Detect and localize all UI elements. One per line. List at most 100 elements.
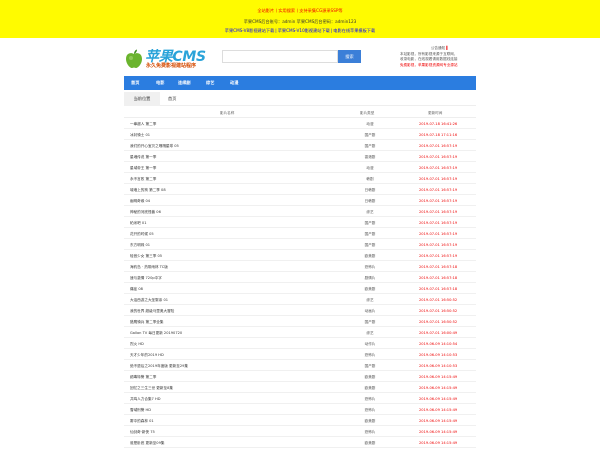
download-link-v10[interactable]: 苹果CMS-V10影视建站下载 [277, 28, 331, 33]
update-time: 2019-07-18 17:11:16 [419, 132, 458, 137]
video-category: 国产剧 [364, 143, 376, 148]
video-category: 国产剧 [364, 231, 376, 236]
video-title-link[interactable]: 轻音少女 第三季 05 [130, 254, 162, 259]
update-time: 2019-06-09 14:15:49 [419, 385, 458, 390]
table-row: 共鸣人力合集7 HD 恐怖片 2019-06-09 14:15:49 [124, 393, 476, 404]
update-time: 2019-07-01 16:50:52 [419, 319, 458, 324]
announcement-line-2: 苹果CMS后台账号：admin 苹果CMS后台密码：admin123 [243, 19, 357, 24]
update-time: 2019-07-01 16:50:52 [419, 297, 458, 302]
table-row: 我的世界 超级马里奥大冒险 动画片 2019-07-01 16:50:52 [124, 305, 476, 316]
video-category: 国产剧 [364, 220, 376, 225]
table-row: 冰封骑士 01 国产剧 2019-07-18 17:11:16 [124, 129, 476, 140]
download-link-v8[interactable]: 苹果CMS-V8影视建站下载 [224, 28, 276, 33]
update-time: 2019-07-01 16:57:19 [419, 198, 458, 203]
search-input[interactable] [222, 50, 338, 63]
brand-slogan: 永久免费影视建站程序 [146, 63, 197, 69]
download-link-template[interactable]: 电影在线苹果模板下载 [332, 28, 376, 33]
update-time: 2019-06-09 14:15:49 [419, 440, 458, 445]
video-title-link[interactable]: 我们的开心宝贝之嘎嘎星球 05 [130, 144, 179, 149]
main-nav: 首页 电影 连续剧 综艺 动漫 [124, 76, 476, 90]
video-category: 国产剧 [364, 132, 376, 137]
video-category: 香港剧 [364, 154, 376, 159]
update-time: 2019-07-01 16:57:19 [419, 209, 458, 214]
notice-marker-icon: ▍ [446, 46, 450, 50]
video-category: 恐怖片 [364, 352, 376, 357]
nav-item-variety[interactable]: 综艺 [206, 76, 214, 90]
update-time: 2019-07-01 16:57:18 [419, 275, 458, 280]
video-category: 综艺 [366, 330, 374, 335]
video-title-link[interactable]: 共鸣人力合集7 HD [130, 397, 160, 402]
video-category: 欧美剧 [364, 440, 376, 445]
video-title-link[interactable]: 绝不退后之2019年度版 更新至29集 [130, 364, 188, 369]
video-title-link[interactable]: 帕米吧 01 [130, 221, 147, 226]
table-row: 天才少年的2019 HD 恐怖片 2019-06-09 14:10:53 [124, 349, 476, 360]
video-title-link[interactable]: 猎鹰骑兵 第二季全集 [130, 320, 164, 325]
video-category: 欧美剧 [364, 418, 376, 423]
video-title-link[interactable]: 冰封骑士 01 [130, 133, 150, 138]
table-row: 一拳超人 第二季 动漫 2019-07-18 16:41:26 [124, 118, 476, 129]
update-time: 2019-06-09 14:15:49 [419, 407, 458, 412]
video-title-link[interactable]: 大话西游之大圣娶亲 01 [130, 298, 168, 303]
video-title-link[interactable]: 雪域刑警 HD [130, 408, 151, 413]
video-title-link[interactable]: 天才少年的2019 HD [130, 353, 164, 358]
table-row: 幽明奇缘 04 日韩剧 2019-07-01 16:57:19 [124, 195, 476, 206]
video-title-link[interactable]: 星魂传说 第一季 [130, 155, 156, 160]
video-category: 日韩剧 [364, 187, 376, 192]
video-category: 国产剧 [364, 242, 376, 247]
video-category: 韩剧 [366, 176, 374, 181]
video-title-link[interactable]: 城墙上的狗 第二季 08 [130, 188, 166, 193]
video-title-link[interactable]: 幽明奇缘 04 [130, 199, 150, 204]
header-time: 更新时间 [428, 111, 443, 115]
video-category: 动漫 [366, 121, 374, 126]
video-title-link[interactable]: 回忆之三生三世 更新至8集 [130, 386, 173, 391]
notice-line-3: 免费影视，苹果影视资源网专业源站 [400, 62, 458, 67]
video-title-link[interactable]: 谁是卧底 更新至09集 [130, 441, 164, 446]
table-row: 仙剑奇·新侠 75 恐怖片 2019-06-09 14:15:49 [124, 426, 476, 437]
breadcrumb-current[interactable]: 首页 [168, 92, 176, 106]
update-time: 2019-07-01 16:57:18 [419, 264, 458, 269]
breadcrumb-label: 当前位置 [124, 92, 160, 106]
update-time: 2019-07-01 16:57:19 [419, 165, 458, 170]
video-title-link[interactable]: 痛症 08 [130, 287, 143, 292]
video-title-link[interactable]: 花开的时候 05 [130, 232, 154, 237]
update-time: 2019-06-09 14:15:49 [419, 374, 458, 379]
video-title-link[interactable]: 速与激情 720p中字 [130, 276, 162, 281]
video-title-link[interactable]: 雾中的森林 01 [130, 419, 154, 424]
video-title-link[interactable]: 我的世界 超级马里奥大冒险 [130, 309, 174, 314]
update-time: 2019-07-01 16:57:19 [419, 231, 458, 236]
video-category: 恐怖片 [364, 429, 376, 434]
table-row: Gallon TV 每日更新 20190720 综艺 2019-07-01 16:0… [124, 327, 476, 338]
video-title-link[interactable]: 海豹岛 · 热带雨林 TC版 [130, 265, 168, 270]
nav-item-series[interactable]: 连续剧 [178, 76, 191, 90]
video-category: 综艺 [366, 209, 374, 214]
video-title-link[interactable]: 神秘的河底怪兽 06 [130, 210, 161, 215]
video-title-link[interactable]: 东方明珠 01 [130, 243, 150, 248]
video-title-link[interactable]: 星域帝王 第一季 [130, 166, 156, 171]
site-logo[interactable]: 苹果CMS 永久免费影视建站程序 [124, 46, 214, 72]
video-title-link[interactable]: 仙剑奇·新侠 75 [130, 430, 155, 435]
video-title-link[interactable]: 一拳超人 第二季 [130, 122, 156, 127]
video-category: 欧美剧 [364, 385, 376, 390]
site-header: 苹果CMS 永久免费影视建站程序 搜索 公告通知 ▍ 本站影视，所有影视来源于互… [0, 38, 600, 76]
table-row: 雪域刑警 HD 恐怖片 2019-06-09 14:15:49 [124, 404, 476, 415]
nav-item-movies[interactable]: 电影 [156, 76, 164, 90]
nav-item-home[interactable]: 首页 [131, 76, 139, 90]
update-time: 2019-07-01 16:57:19 [419, 253, 458, 258]
video-title-link[interactable]: Gallon TV 每日更新 20190720 [130, 331, 182, 336]
header-category: 影片类型 [360, 111, 375, 115]
video-title-link[interactable]: 烈火 HD [130, 342, 144, 347]
update-time: 2019-07-01 16:50:52 [419, 308, 458, 313]
announcement-line-1: 全站影片丨实用搜索丨支持采集CG源采SSP等 [257, 8, 343, 13]
video-title-link[interactable]: 永不言败 第二季 [130, 177, 156, 182]
video-title-link[interactable]: 缉毒特警 第二季 [130, 375, 156, 380]
header-name: 影片名称 [220, 111, 235, 115]
update-time: 2019-07-01 16:57:19 [419, 187, 458, 192]
video-category: 欧美剧 [364, 253, 376, 258]
video-category: 恐怖片 [364, 407, 376, 412]
table-row: 永不言败 第二季 韩剧 2019-07-01 16:57:19 [124, 173, 476, 184]
update-time: 2019-07-01 16:57:19 [419, 242, 458, 247]
search-button[interactable]: 搜索 [338, 50, 361, 63]
video-category: 剧情片 [364, 275, 376, 280]
table-row: 神秘的河底怪兽 06 综艺 2019-07-01 16:57:19 [124, 206, 476, 217]
nav-item-anime[interactable]: 动漫 [230, 76, 238, 90]
